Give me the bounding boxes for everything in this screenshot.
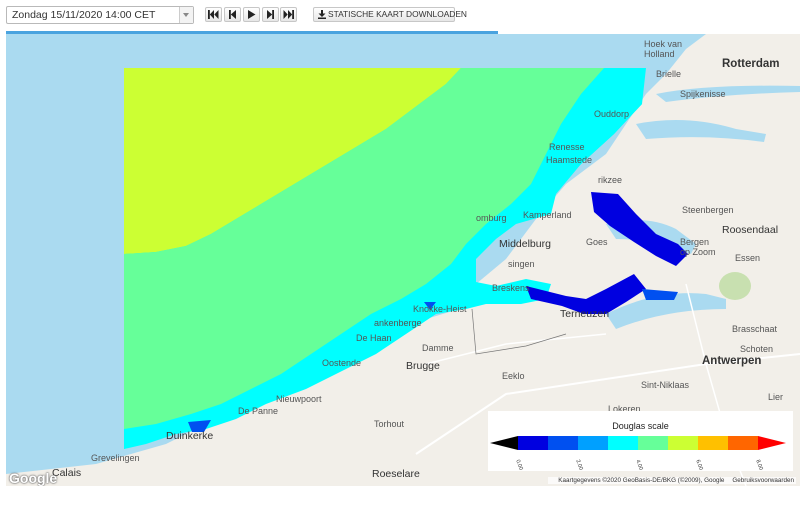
place-label: Bergen op Zoom xyxy=(680,237,716,257)
download-icon xyxy=(318,10,326,19)
place-label: Middelburg xyxy=(499,238,551,250)
place-label: Rotterdam xyxy=(722,58,780,70)
place-label: Steenbergen xyxy=(682,205,734,215)
download-label: STATISCHE KAART DOWNLOADEN xyxy=(328,9,467,19)
place-label: Torhout xyxy=(374,419,405,429)
place-label: Renesse xyxy=(549,142,585,152)
legend-colorbar xyxy=(490,436,786,450)
legend-title: Douglas scale xyxy=(612,421,669,431)
douglas-scale-legend: Douglas scale 0.00 2.00 4.00 6.00 8.00 xyxy=(488,411,793,471)
place-label: Roosendaal xyxy=(722,224,779,236)
step-back-icon xyxy=(229,10,236,19)
legend-swatch xyxy=(578,436,608,450)
last-frame-button[interactable] xyxy=(280,7,297,22)
legend-swatch xyxy=(698,436,728,450)
place-label: Nieuwpoort xyxy=(276,394,322,404)
place-label: De Panne xyxy=(238,406,279,416)
legend-swatch xyxy=(638,436,668,450)
place-label: rikzee xyxy=(598,175,623,185)
date-time-value: Zondag 15/11/2020 14:00 CET xyxy=(12,9,156,21)
place-label: Schoten xyxy=(740,344,774,354)
place-label: Knokke-Heist xyxy=(413,304,467,314)
place-label: Kamperland xyxy=(523,210,572,220)
place-label: Brasschaat xyxy=(732,324,778,334)
legend-tick: 8.00 xyxy=(754,459,764,472)
play-button[interactable] xyxy=(243,7,260,22)
place-label: Essen xyxy=(735,253,761,263)
next-frame-button[interactable] xyxy=(262,7,279,22)
place-label: omburg xyxy=(476,213,507,223)
legend-swatch xyxy=(490,436,518,450)
place-label: Eeklo xyxy=(502,371,525,381)
place-label: Spijkenisse xyxy=(680,89,726,99)
toolbar: Zondag 15/11/2020 14:00 CET STATISCHE KA… xyxy=(0,0,800,34)
place-label: Sint-Niklaas xyxy=(641,380,690,390)
legend-tick: 4.00 xyxy=(634,459,644,472)
place-label: Ouddorp xyxy=(594,109,630,119)
place-label: Oostende xyxy=(322,358,362,368)
place-label: Brugge xyxy=(406,360,440,372)
step-forward-icon xyxy=(267,10,274,19)
place-label: Roeselare xyxy=(372,468,420,480)
terms-link[interactable]: Gebruiksvoorwaarden xyxy=(732,477,794,484)
place-label: Terneuzen xyxy=(560,308,610,320)
chevron-down-icon[interactable] xyxy=(179,7,193,23)
date-time-select[interactable]: Zondag 15/11/2020 14:00 CET xyxy=(6,6,194,24)
place-label: Damme xyxy=(422,343,454,353)
skip-forward-icon xyxy=(283,10,294,19)
legend-swatch xyxy=(608,436,638,450)
place-label: De Haan xyxy=(356,333,392,343)
attribution-text: Kaartgegevens ©2020 GeoBasis-DE/BKG (©20… xyxy=(558,477,725,484)
place-label: Grevelingen xyxy=(91,453,140,463)
map[interactable]: Rotterdam Hoek van Holland Brielle Spijk… xyxy=(6,34,800,486)
legend-tick: 6.00 xyxy=(694,459,704,472)
legend-swatch xyxy=(548,436,578,450)
download-static-map-button[interactable]: STATISCHE KAART DOWNLOADEN xyxy=(313,7,467,22)
legend-swatch xyxy=(758,436,786,450)
place-label: Brielle xyxy=(656,69,682,79)
place-label: singen xyxy=(508,259,535,269)
place-label: Goes xyxy=(586,237,608,247)
first-frame-button[interactable] xyxy=(205,7,222,22)
place-label: Antwerpen xyxy=(702,355,762,367)
skip-back-icon xyxy=(208,10,219,19)
google-logo: Google xyxy=(9,470,58,486)
place-label: Haamstede xyxy=(546,155,593,165)
place-label: Hoek van Holland xyxy=(644,39,683,59)
place-label: Breskens xyxy=(492,283,530,293)
place-label: ankenberge xyxy=(374,318,422,328)
place-label: Duinkerke xyxy=(166,430,214,442)
park-area xyxy=(719,272,751,300)
legend-tick: 0.00 xyxy=(514,459,524,472)
legend-tick: 2.00 xyxy=(574,459,584,472)
legend-swatch xyxy=(518,436,548,450)
legend-swatch xyxy=(728,436,758,450)
play-icon xyxy=(248,10,256,19)
map-attribution: Kaartgegevens ©2020 GeoBasis-DE/BKG (©20… xyxy=(548,477,796,484)
previous-frame-button[interactable] xyxy=(224,7,241,22)
place-label: Lier xyxy=(768,392,784,402)
legend-swatch xyxy=(668,436,698,450)
